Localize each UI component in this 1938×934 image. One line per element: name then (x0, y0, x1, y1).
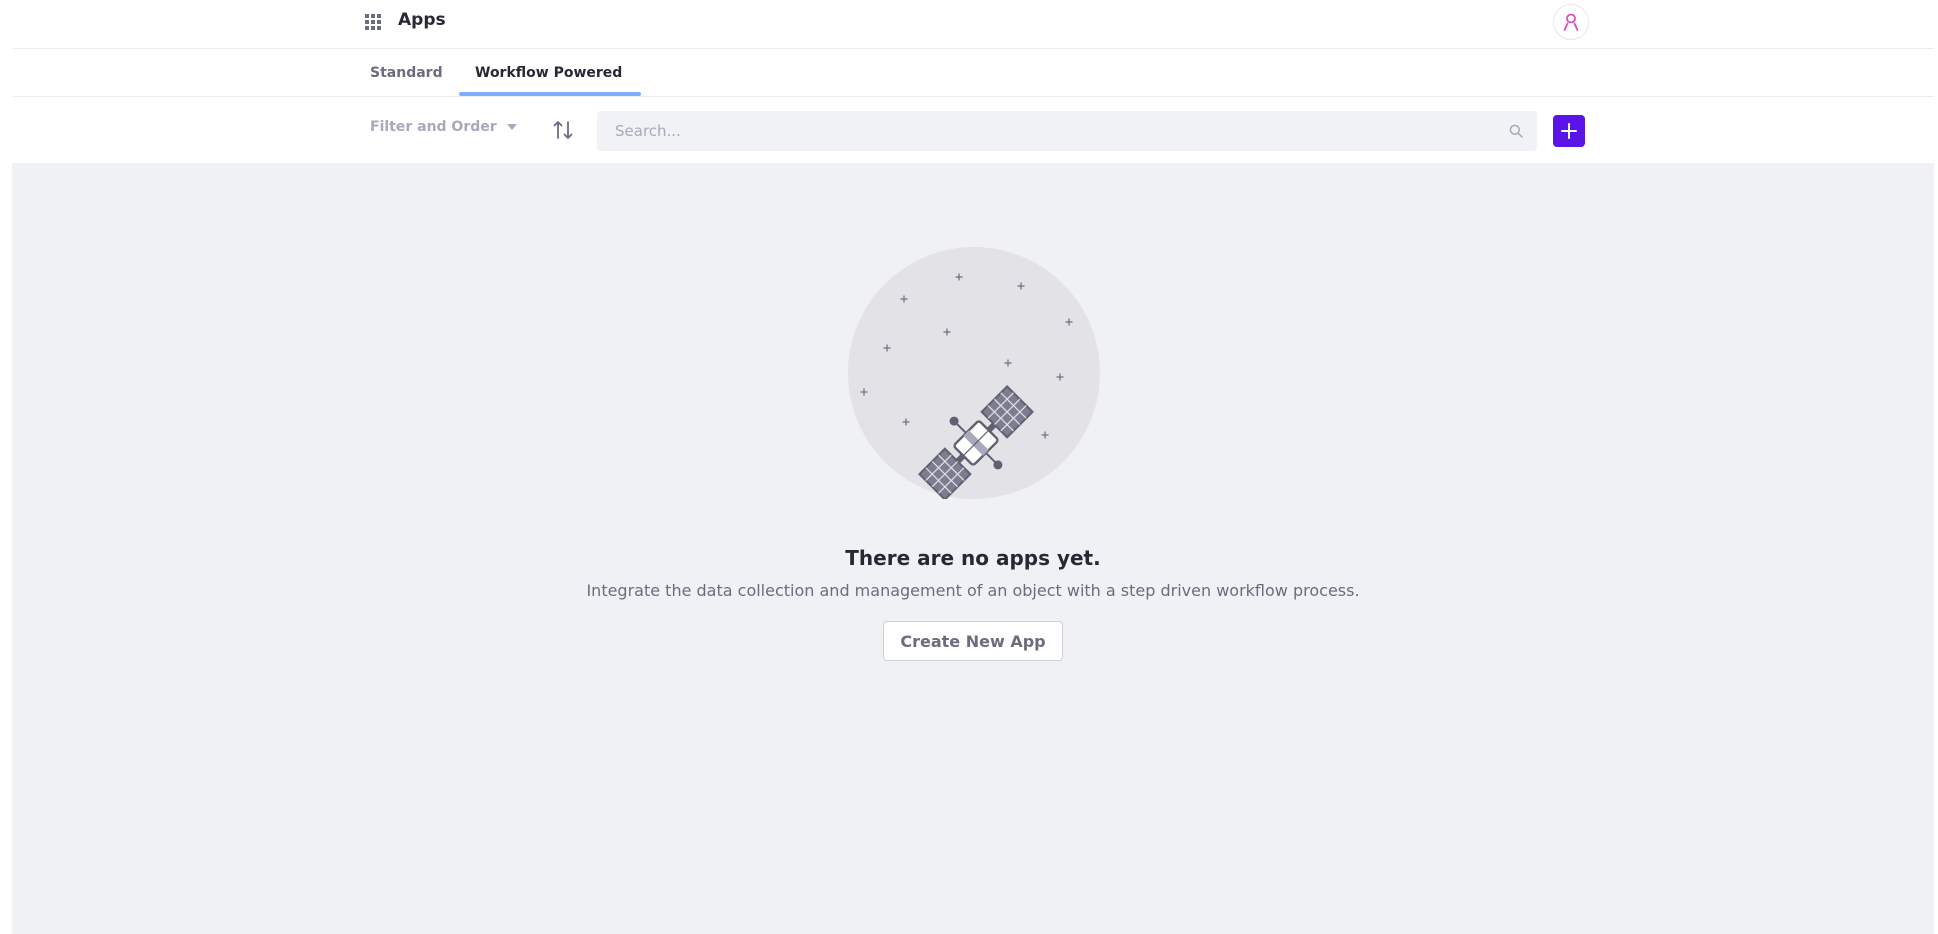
search-input[interactable] (597, 111, 1497, 151)
filter-and-order-dropdown[interactable]: Filter and Order (370, 119, 517, 135)
management-toolbar: Filter and Order (12, 97, 1934, 163)
app-page: Apps Standard Workflow Powered Filter an… (12, 0, 1934, 934)
grid-icon[interactable] (365, 14, 381, 30)
create-new-app-button[interactable]: Create New App (883, 621, 1063, 661)
satellite-icon (848, 247, 1100, 499)
tab-workflow-powered[interactable]: Workflow Powered (459, 49, 638, 97)
plus-icon (1561, 123, 1577, 139)
user-icon (1563, 13, 1579, 31)
caret-down-icon (506, 124, 517, 130)
empty-state-title: There are no apps yet. (845, 546, 1101, 570)
tab-bar: Standard Workflow Powered (12, 49, 1934, 97)
user-avatar-button[interactable] (1553, 4, 1589, 40)
tab-standard[interactable]: Standard (370, 49, 443, 97)
add-app-button[interactable] (1553, 115, 1585, 147)
active-tab-indicator (459, 92, 641, 96)
search-bar (597, 111, 1537, 151)
search-icon[interactable] (1509, 124, 1523, 138)
top-navigation-bar: Apps (12, 0, 1934, 49)
order-arrows-icon[interactable] (552, 118, 574, 142)
empty-state-description: Integrate the data collection and manage… (586, 581, 1360, 600)
filter-and-order-label: Filter and Order (370, 119, 497, 135)
page-title: Apps (398, 10, 446, 30)
empty-state-area: There are no apps yet. Integrate the dat… (12, 163, 1934, 934)
